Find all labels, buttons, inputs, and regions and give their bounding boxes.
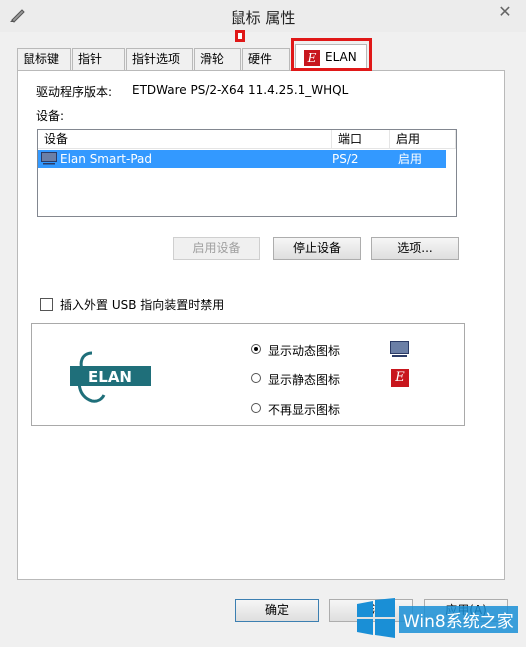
tray-icon-group: ELAN 显示动态图标 显示静态图标 E 不再显示图标 [31,323,465,426]
window-title: 鼠标 属性 [230,9,296,27]
radio-hide-icon[interactable] [251,403,261,413]
title-bar: 鼠标 属性 ✕ [0,0,526,32]
radio-show-dynamic-icon[interactable] [251,344,261,354]
radio-show-static-icon[interactable] [251,373,261,383]
elan-logo-icon: E [391,369,409,387]
devices-label: 设备: [36,109,65,123]
device-row[interactable]: Elan Smart-Pad PS/2 启用 [38,150,446,168]
disable-device-button[interactable]: 停止设备 [273,237,361,260]
driver-version-value: ETDWare PS/2-X64 11.4.25.1_WHQL [132,83,349,97]
device-name: Elan Smart-Pad [60,152,152,166]
windows-logo-icon [357,598,395,638]
annotation-marker [235,30,245,42]
column-enabled[interactable]: 启用 [390,130,456,148]
touchpad-monitor-icon [390,341,409,357]
close-button[interactable]: ✕ [490,2,520,24]
tab-pointer-options[interactable]: 指针选项 [126,48,193,70]
elan-settings-panel: 驱动程序版本: ETDWare PS/2-X64 11.4.25.1_WHQL … [17,70,505,580]
usb-disable-checkbox[interactable] [40,298,53,311]
radio-show-dynamic-icon-label: 显示动态图标 [268,344,341,358]
tab-wheel[interactable]: 滑轮 [194,48,241,70]
site-watermark: Win8系统之家 [357,596,523,641]
column-device[interactable]: 设备 [38,130,332,148]
touchpad-monitor-icon [41,152,57,165]
svg-text:ELAN: ELAN [88,368,132,386]
enable-device-button[interactable]: 启用设备 [173,237,260,260]
device-enabled: 启用 [398,152,423,166]
tab-pointers[interactable]: 指针 [72,48,125,70]
radio-show-static-icon-label: 显示静态图标 [268,373,341,387]
options-button[interactable]: 选项... [371,237,459,260]
device-list-header: 设备 端口 启用 [38,130,456,149]
watermark-text: Win8系统之家 [399,606,518,633]
ok-button[interactable]: 确定 [235,599,319,622]
device-port: PS/2 [332,152,359,166]
column-port[interactable]: 端口 [332,130,390,148]
driver-version-label: 驱动程序版本: [36,85,113,99]
elan-tab-highlight [291,38,372,71]
elan-brand-logo: ELAN [68,349,153,406]
mouse-properties-window: 鼠标 属性 ✕ 鼠标键 指针 指针选项 滑轮 硬件 E ELAN 驱动程序版本: … [0,0,526,647]
radio-hide-icon-label: 不再显示图标 [268,403,341,417]
device-list[interactable]: 设备 端口 启用 Elan Smart-Pad PS/2 启用 [37,129,457,217]
usb-disable-label: 插入外置 USB 指向装置时禁用 [60,298,225,312]
tab-hardware[interactable]: 硬件 [242,48,290,70]
tab-buttons[interactable]: 鼠标键 [17,48,71,70]
